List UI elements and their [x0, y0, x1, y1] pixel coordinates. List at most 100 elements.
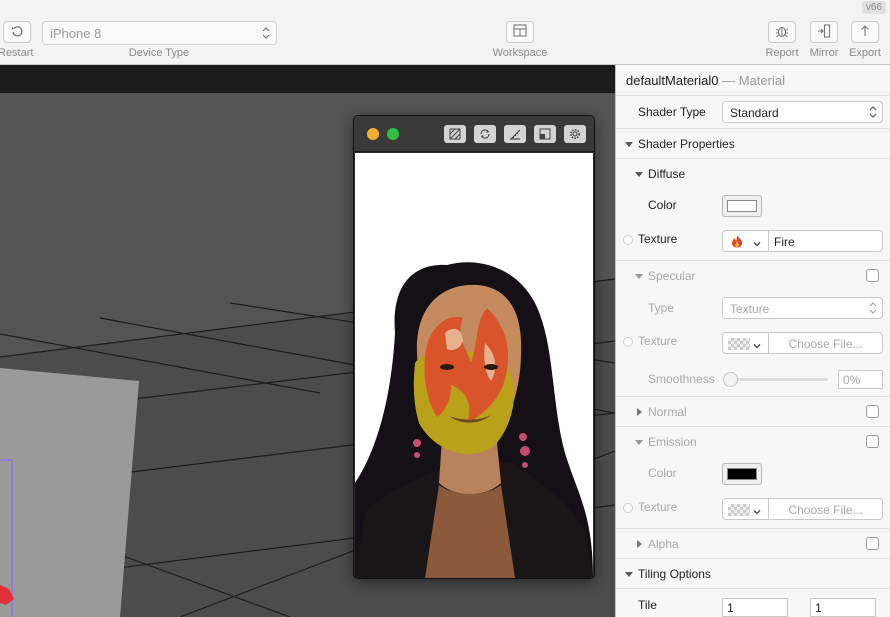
version-badge: v66 — [861, 1, 886, 14]
smoothness-slider-track[interactable] — [726, 378, 828, 381]
alpha-checkbox[interactable] — [866, 537, 879, 550]
disclosure-right-icon[interactable] — [637, 408, 642, 416]
chevron-down-icon — [753, 339, 761, 349]
diffuse-color-fill — [727, 200, 757, 212]
upload-icon — [858, 24, 872, 41]
chevron-up-down-icon — [869, 301, 877, 315]
gear-icon[interactable] — [564, 125, 586, 143]
divider — [616, 260, 890, 261]
restart-label: Restart — [0, 47, 34, 59]
chevron-down-icon — [753, 505, 761, 515]
shader-type-select[interactable]: Standard — [722, 101, 883, 123]
alpha-header[interactable]: Alpha — [648, 537, 679, 551]
emission-texture-label: Texture — [638, 500, 678, 514]
specular-choose-file-button[interactable]: Choose File... — [769, 332, 883, 354]
disclosure-down-icon[interactable] — [625, 142, 633, 147]
viewport-header-bar — [0, 65, 615, 93]
mirror-icon — [817, 23, 831, 41]
emission-choose-file-button[interactable]: Choose File... — [769, 498, 883, 520]
chevron-up-down-icon — [869, 105, 877, 119]
shader-type-value: Standard — [730, 106, 779, 120]
device-type-select[interactable]: iPhone 8 — [42, 21, 277, 45]
smoothness-value-field[interactable]: 0% — [838, 370, 883, 389]
workspace-button[interactable] — [506, 21, 534, 43]
bug-icon — [775, 24, 789, 41]
ruler-icon[interactable] — [504, 125, 526, 143]
fire-icon — [731, 234, 743, 251]
divider — [616, 558, 890, 559]
disclosure-down-icon[interactable] — [625, 572, 633, 577]
simulator-preview[interactable] — [355, 153, 593, 578]
smoothness-label: Smoothness — [648, 372, 715, 386]
maximize-button[interactable] — [387, 128, 399, 140]
shader-properties-header[interactable]: Shader Properties — [638, 137, 735, 151]
mirror-button[interactable] — [810, 21, 838, 43]
normal-checkbox[interactable] — [866, 405, 879, 418]
tile-x-field[interactable]: 1 — [722, 598, 788, 617]
toolbar: Restart iPhone 8 Device Type Workspace R… — [0, 0, 890, 65]
material-type: Material — [738, 73, 785, 88]
export-label: Export — [849, 47, 881, 59]
mirror-label: Mirror — [809, 47, 839, 59]
disclosure-down-icon[interactable] — [635, 172, 643, 177]
disclosure-down-icon[interactable] — [635, 274, 643, 279]
divider — [616, 426, 890, 427]
emission-header[interactable]: Emission — [648, 435, 697, 449]
chevron-up-down-icon — [262, 25, 270, 41]
specular-checkbox[interactable] — [866, 269, 879, 282]
face-preview-image — [355, 153, 593, 578]
emission-texture-radio[interactable] — [623, 503, 633, 513]
tile-y-field[interactable]: 1 — [810, 598, 876, 617]
emission-checkbox[interactable] — [866, 435, 879, 448]
divider — [616, 396, 890, 397]
disclosure-right-icon[interactable] — [637, 540, 642, 548]
material-inspector: defaultMaterial0 — Material Shader Type … — [615, 65, 890, 617]
specular-texture-radio[interactable] — [623, 337, 633, 347]
simulator-window[interactable] — [353, 115, 595, 579]
workspace-icon — [513, 24, 527, 40]
material-name: defaultMaterial0 — [626, 73, 719, 88]
emission-color-fill — [727, 468, 757, 480]
divider — [616, 588, 890, 589]
tile-label: Tile — [638, 598, 657, 612]
report-label: Report — [765, 47, 799, 59]
inspector-title: defaultMaterial0 — Material — [626, 73, 785, 88]
minimize-button[interactable] — [367, 128, 379, 140]
restart-button[interactable] — [3, 21, 31, 43]
specular-texture-label: Texture — [638, 334, 678, 348]
device-type-value: iPhone 8 — [50, 26, 102, 41]
window-icon[interactable] — [534, 125, 556, 143]
chevron-down-icon — [753, 237, 761, 247]
emission-color-swatch[interactable] — [722, 463, 762, 485]
divider — [616, 528, 890, 529]
specular-header[interactable]: Specular — [648, 269, 695, 283]
emission-texture-picker[interactable] — [722, 498, 769, 520]
simulator-titlebar[interactable] — [354, 116, 594, 152]
restart-icon — [10, 24, 24, 41]
checkerboard-icon — [728, 338, 750, 350]
normal-header[interactable]: Normal — [648, 405, 687, 419]
emission-color-label: Color — [648, 466, 677, 480]
specular-texture-picker[interactable] — [722, 332, 769, 354]
report-button[interactable] — [768, 21, 796, 43]
specular-type-select[interactable]: Texture — [722, 297, 883, 319]
specular-type-value: Texture — [730, 302, 770, 316]
title-separator: — — [722, 73, 736, 88]
refresh-icon[interactable] — [474, 125, 496, 143]
checkerboard-icon — [728, 504, 750, 516]
specular-type-label: Type — [648, 301, 675, 315]
diffuse-color-swatch[interactable] — [722, 195, 762, 217]
divider — [616, 128, 890, 129]
disclosure-down-icon[interactable] — [635, 440, 643, 445]
smoothness-slider-thumb[interactable] — [723, 372, 738, 387]
diffuse-texture-picker[interactable] — [722, 230, 769, 252]
diffuse-color-label: Color — [648, 198, 677, 212]
diffuse-texture-field[interactable]: Fire — [769, 230, 883, 252]
diffuse-header[interactable]: Diffuse — [648, 167, 685, 181]
divider — [616, 158, 890, 159]
tiling-options-header[interactable]: Tiling Options — [638, 567, 711, 581]
diffuse-texture-radio[interactable] — [623, 235, 633, 245]
filter-icon[interactable] — [444, 125, 466, 143]
export-button[interactable] — [851, 21, 879, 43]
workspace-label: Workspace — [492, 47, 548, 59]
